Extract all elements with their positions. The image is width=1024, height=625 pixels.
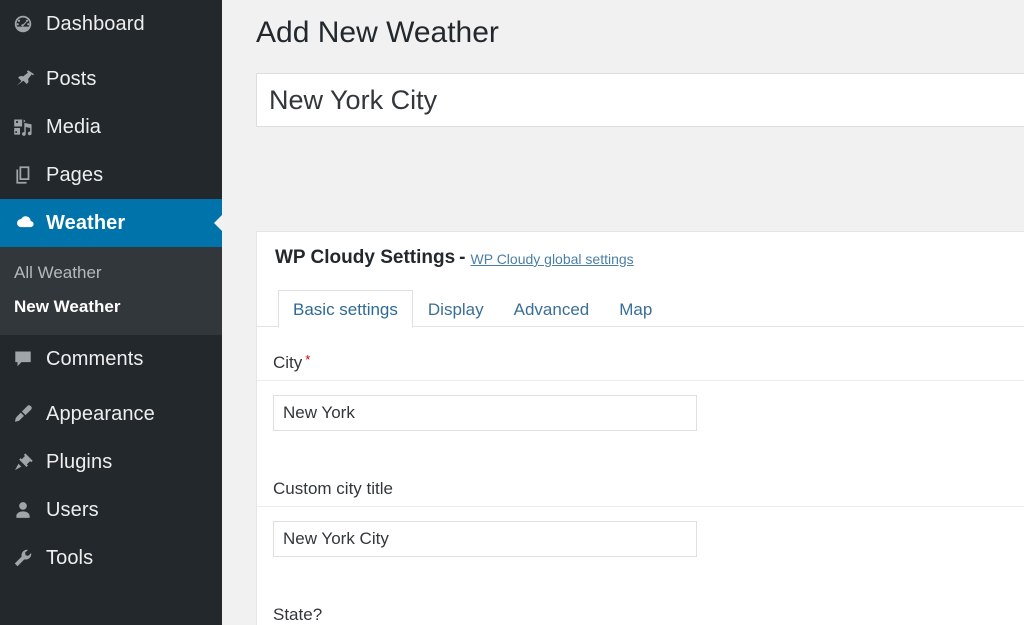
wp-cloudy-global-settings-link[interactable]: WP Cloudy global settings: [471, 251, 634, 267]
field-divider: [257, 506, 1024, 507]
post-title-input[interactable]: [256, 73, 1024, 127]
wordpress-admin-screen: Dashboard Posts Media Pages Weather All Weath…: [0, 0, 1024, 625]
dashboard-gauge-icon: [12, 13, 46, 35]
input-custom-city-title[interactable]: [273, 521, 697, 557]
page-title: Add New Weather: [256, 16, 499, 49]
sidebar-item-weather[interactable]: Weather: [0, 199, 222, 247]
submenu-item-all-weather[interactable]: All Weather: [0, 256, 222, 290]
submenu-item-new-weather[interactable]: New Weather: [0, 290, 222, 324]
required-asterisk-icon: *: [305, 352, 311, 367]
admin-sidebar: Dashboard Posts Media Pages Weather All Weath…: [0, 0, 222, 625]
field-state: State?: [257, 579, 1024, 625]
sidebar-item-label: Dashboard: [46, 12, 145, 35]
paintbrush-icon: [12, 403, 46, 425]
tab-basic-settings[interactable]: Basic settings: [278, 290, 413, 328]
field-label-text: City: [273, 353, 303, 372]
tab-advanced[interactable]: Advanced: [499, 291, 605, 327]
sidebar-item-appearance[interactable]: Appearance: [0, 390, 222, 438]
sidebar-separator: [0, 383, 222, 390]
sidebar-item-label: Posts: [46, 67, 97, 90]
pin-icon: [12, 68, 46, 90]
metabox-title-dash: -: [459, 247, 466, 268]
field-label: Custom city title: [273, 453, 1024, 506]
metabox-title: WP Cloudy Settings: [275, 247, 456, 268]
sidebar-separator: [0, 48, 222, 55]
field-spacer: [273, 557, 1024, 579]
comment-bubble-icon: [12, 348, 46, 370]
user-icon: [12, 499, 46, 521]
sidebar-item-label: Appearance: [46, 402, 155, 425]
sidebar-item-label: Plugins: [46, 450, 113, 473]
sidebar-item-pages[interactable]: Pages: [0, 151, 222, 199]
admin-content-area: Add New Weather WP Cloudy Settings - WP …: [222, 0, 1024, 625]
field-label-text: Custom city title: [273, 479, 393, 498]
field-label-text: State?: [273, 605, 323, 624]
sidebar-item-label: Tools: [46, 546, 94, 569]
pages-stack-icon: [12, 164, 46, 186]
settings-tabs: Basic settings Display Advanced Map: [257, 284, 1024, 328]
sidebar-item-posts[interactable]: Posts: [0, 55, 222, 103]
tab-map[interactable]: Map: [604, 291, 667, 327]
sidebar-item-users[interactable]: Users: [0, 486, 222, 534]
sidebar-item-label: Media: [46, 115, 101, 138]
plug-icon: [12, 451, 46, 473]
sidebar-item-plugins[interactable]: Plugins: [0, 438, 222, 486]
media-camera-music-icon: [12, 116, 46, 138]
basic-settings-form: City* Custom city title State?: [257, 327, 1024, 625]
cloud-icon: [12, 211, 46, 235]
input-city[interactable]: [273, 395, 697, 431]
sidebar-item-label: Weather: [46, 211, 126, 234]
active-menu-arrow-icon: [214, 214, 222, 232]
sidebar-item-label: Pages: [46, 163, 104, 186]
field-city: City *: [257, 327, 1024, 453]
field-divider: [257, 380, 1024, 381]
wrench-icon: [12, 547, 46, 569]
wp-cloudy-settings-metabox: WP Cloudy Settings - WP Cloudy global se…: [256, 231, 1024, 625]
sidebar-item-tools[interactable]: Tools: [0, 534, 222, 582]
sidebar-item-dashboard[interactable]: Dashboard: [0, 0, 222, 48]
field-label: City *: [273, 327, 1024, 380]
tab-display[interactable]: Display: [413, 291, 499, 327]
field-spacer: [273, 431, 1024, 453]
metabox-header: WP Cloudy Settings - WP Cloudy global se…: [257, 232, 1024, 284]
sidebar-item-comments[interactable]: Comments: [0, 335, 222, 383]
sidebar-item-label: Users: [46, 498, 99, 521]
sidebar-item-media[interactable]: Media: [0, 103, 222, 151]
sidebar-item-label: Comments: [46, 347, 144, 370]
sidebar-submenu-weather: All Weather New Weather: [0, 247, 222, 335]
field-label: State?: [273, 579, 1024, 625]
field-custom-city-title: Custom city title: [257, 453, 1024, 579]
